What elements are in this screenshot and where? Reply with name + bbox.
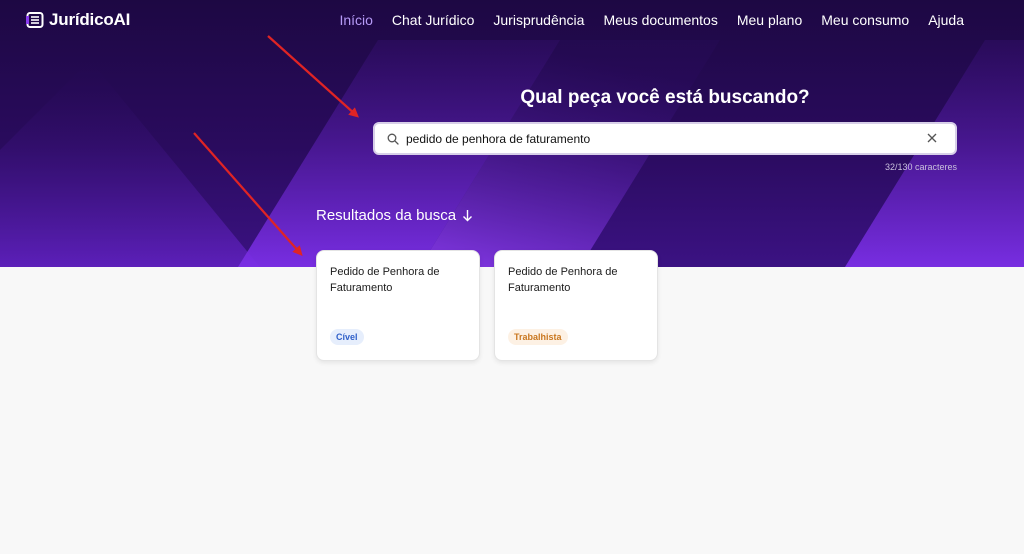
nav-item-jurisprudencia[interactable]: Jurisprudência	[493, 12, 584, 28]
nav-item-meu-plano[interactable]: Meu plano	[737, 12, 802, 28]
character-counter: 32/130 caracteres	[884, 162, 957, 172]
search-input[interactable]	[406, 128, 916, 150]
result-card[interactable]: Pedido de Penhora de Faturamento Cível	[316, 250, 480, 361]
nav-item-meus-documentos[interactable]: Meus documentos	[603, 12, 717, 28]
nav-item-chat-juridico[interactable]: Chat Jurídico	[392, 12, 474, 28]
document-lines-icon	[26, 12, 44, 28]
area-badge: Trabalhista	[508, 329, 568, 345]
hero-section: JurídicoAI Início Chat Jurídico Jurispru…	[0, 0, 1024, 267]
result-card-title: Pedido de Penhora de Faturamento	[330, 266, 440, 294]
search-box[interactable]	[373, 122, 957, 155]
nav-item-ajuda[interactable]: Ajuda	[928, 12, 964, 28]
arrow-down-icon	[463, 210, 473, 222]
area-badge: Cível	[330, 329, 364, 345]
close-icon[interactable]	[926, 132, 938, 144]
nav-item-inicio[interactable]: Início	[339, 12, 372, 28]
results-heading-label: Resultados da busca	[316, 207, 457, 224]
results-heading: Resultados da busca	[316, 207, 473, 224]
search-icon	[387, 133, 399, 145]
result-card-title: Pedido de Penhora de Faturamento	[508, 266, 618, 294]
page-heading: Qual peça você está buscando?	[520, 87, 810, 108]
hero-shape	[0, 60, 260, 267]
nav-item-meu-consumo[interactable]: Meu consumo	[821, 12, 909, 28]
main-nav: Início Chat Jurídico Jurisprudência Meus…	[320, 12, 964, 28]
result-card[interactable]: Pedido de Penhora de Faturamento Trabalh…	[494, 250, 658, 361]
brand-logo[interactable]: JurídicoAI	[26, 9, 130, 31]
brand-name: JurídicoAI	[49, 10, 131, 29]
